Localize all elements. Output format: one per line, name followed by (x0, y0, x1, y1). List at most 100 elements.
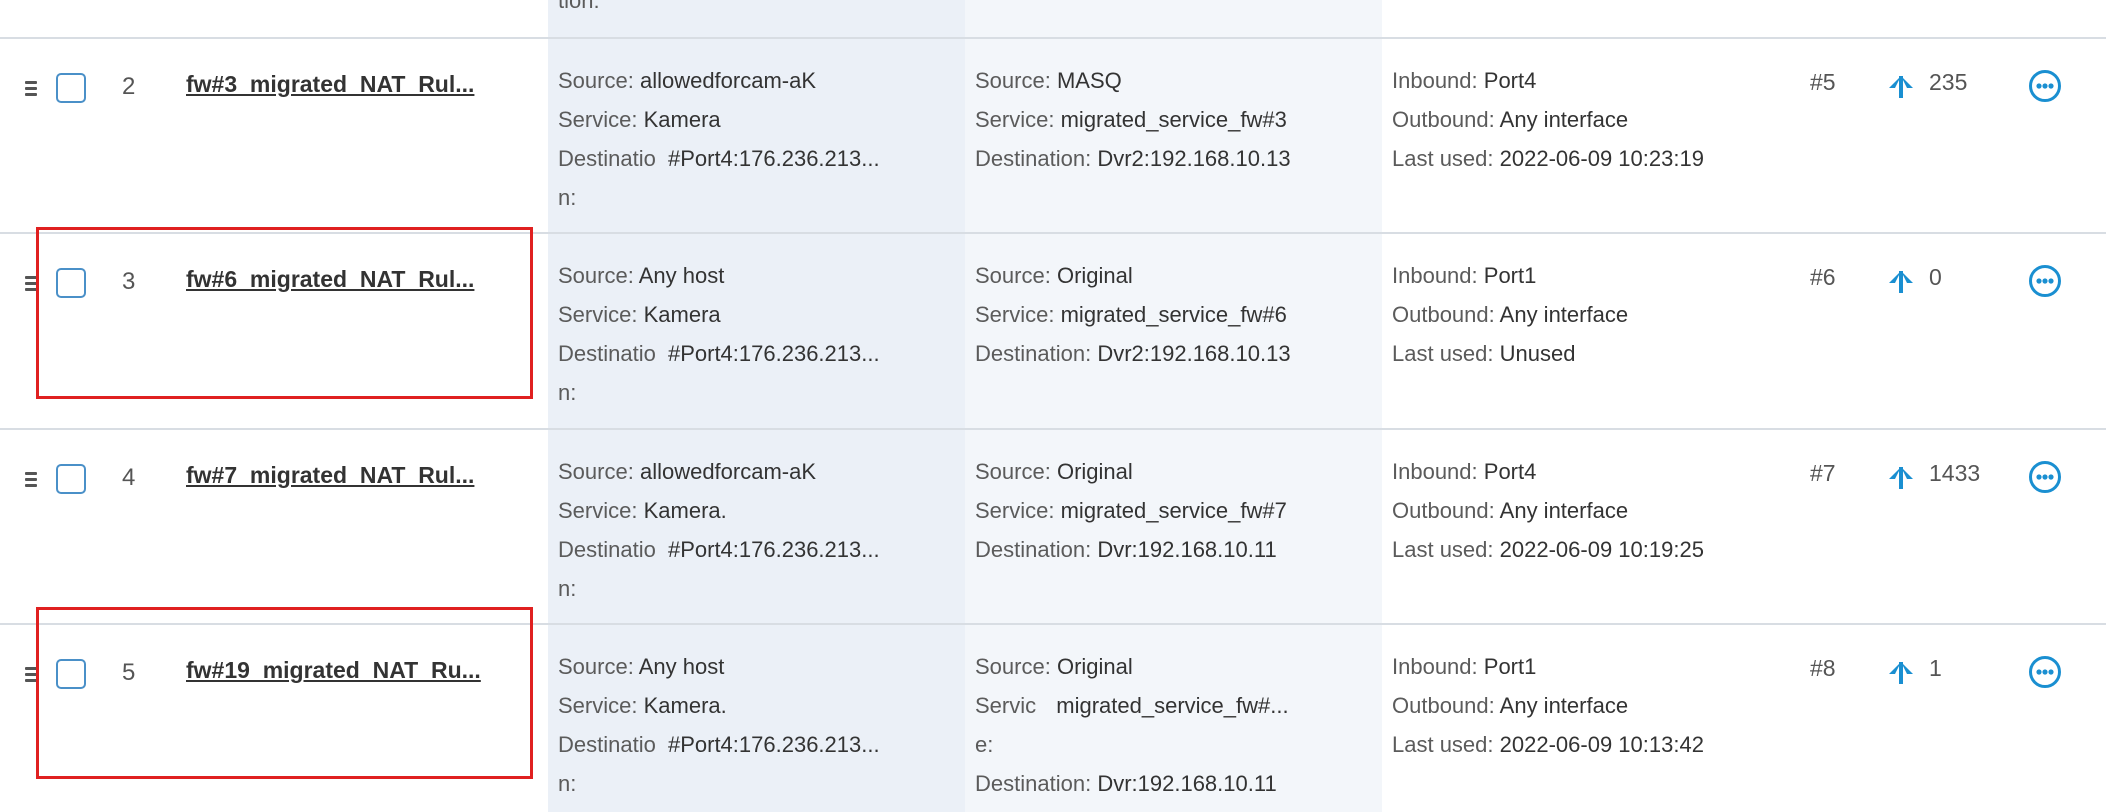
original-source: allowedforcam-aK (639, 459, 817, 484)
interface-cell: Inbound: Port1 Outbound: Any interface L… (1392, 647, 1704, 764)
more-options-icon[interactable] (2028, 69, 2062, 103)
hit-count: 0 (1929, 264, 1942, 290)
interface-cell: Inbound: Port4 Outbound: Any interface L… (1392, 61, 1704, 178)
translated-service: migrated_service_fw#6 (1060, 302, 1287, 327)
row-separator (0, 428, 2106, 430)
hit-count: 1 (1929, 655, 1942, 681)
original-source: Any host (638, 654, 725, 679)
highlight-box-row-5 (36, 607, 533, 779)
translated-source: Original (1056, 459, 1133, 484)
original-service: Kamera (643, 302, 721, 327)
original-packet-cell: Source: Any host Service: Kamera Destina… (558, 256, 880, 412)
source-label: Source: (975, 68, 1051, 93)
service-label: Service: (558, 302, 638, 327)
original-packet-cell: Source: allowedforcam-aK Service: Kamera… (558, 61, 880, 217)
inbound-value: Port1 (1483, 654, 1537, 679)
original-destination: #Port4:176.236.213... (667, 537, 880, 562)
inbound-label: Inbound: (1392, 263, 1478, 288)
destination-label-wrap: n: (558, 576, 577, 601)
outbound-value: Any interface (1499, 107, 1629, 132)
service-label: Service: (558, 107, 638, 132)
destination-label-wrap: n: (558, 771, 577, 796)
last-used-value: 2022-06-09 10:23:19 (1499, 146, 1704, 171)
hit-counter-icon (1889, 662, 1913, 684)
inbound-label: Inbound: (1392, 654, 1478, 679)
outbound-label: Outbound: (1392, 498, 1495, 523)
translated-destination: Dvr2:192.168.10.13 (1097, 146, 1291, 171)
destination-label: Destination: (975, 537, 1092, 562)
highlight-box-row-3 (36, 227, 533, 399)
translated-source: Original (1056, 263, 1133, 288)
rule-order: #8 (1810, 655, 1836, 681)
translated-source: Original (1056, 654, 1133, 679)
original-destination: #Port4:176.236.213... (667, 732, 880, 757)
inbound-value: Port1 (1483, 263, 1537, 288)
row-separator (0, 37, 2106, 39)
previous-row-partial-text: tion: (558, 0, 600, 13)
destination-label: Destinatio (558, 537, 656, 562)
more-options-icon[interactable] (2028, 264, 2062, 298)
outbound-value: Any interface (1499, 693, 1629, 718)
inbound-value: Port4 (1483, 459, 1537, 484)
service-label-wrap: e: (975, 732, 994, 757)
last-used-value: 2022-06-09 10:13:42 (1499, 732, 1704, 757)
service-label: Service: (975, 302, 1055, 327)
destination-label: Destination: (975, 341, 1092, 366)
last-used-label: Last used: (1392, 341, 1494, 366)
hit-counter-icon (1889, 76, 1913, 98)
outbound-label: Outbound: (1392, 107, 1495, 132)
source-label: Source: (558, 459, 634, 484)
destination-label: Destination: (975, 146, 1092, 171)
hit-counter-icon (1889, 467, 1913, 489)
last-used-value: Unused (1499, 341, 1576, 366)
original-destination: #Port4:176.236.213... (667, 341, 880, 366)
drag-handle-icon[interactable] (25, 472, 37, 490)
more-options-icon[interactable] (2028, 655, 2062, 689)
source-label: Source: (558, 68, 634, 93)
last-used-value: 2022-06-09 10:19:25 (1499, 537, 1704, 562)
row-select-checkbox[interactable] (56, 73, 86, 103)
hit-counter-icon (1889, 271, 1913, 293)
last-used-label: Last used: (1392, 537, 1494, 562)
rule-order: #5 (1810, 69, 1836, 95)
destination-label: Destinatio (558, 732, 656, 757)
more-options-icon[interactable] (2028, 460, 2062, 494)
service-label: Service: (558, 693, 638, 718)
service-label: Service: (558, 498, 638, 523)
last-used-label: Last used: (1392, 732, 1494, 757)
rule-name-link[interactable]: fw#7_migrated_NAT_Rul... (186, 462, 474, 489)
translated-packet-cell: Source: Original Servic migrated_service… (975, 647, 1289, 803)
original-destination: #Port4:176.236.213... (667, 146, 880, 171)
row-number: 4 (122, 464, 136, 491)
drag-handle-icon[interactable] (25, 81, 37, 99)
destination-label: Destinatio (558, 146, 656, 171)
hit-count: 1433 (1929, 460, 1981, 486)
translated-service: migrated_service_fw#3 (1060, 107, 1287, 132)
translated-packet-cell: Source: Original Service: migrated_servi… (975, 452, 1287, 569)
rule-name-link[interactable]: fw#3_migrated_NAT_Rul... (186, 71, 474, 98)
outbound-value: Any interface (1499, 498, 1629, 523)
translated-destination: Dvr2:192.168.10.13 (1097, 341, 1291, 366)
translated-packet-cell: Source: MASQ Service: migrated_service_f… (975, 61, 1291, 178)
rule-order: #6 (1810, 264, 1836, 290)
inbound-label: Inbound: (1392, 68, 1478, 93)
row-select-checkbox[interactable] (56, 464, 86, 494)
rule-order: #7 (1810, 460, 1836, 486)
destination-label: Destinatio (558, 341, 656, 366)
original-service: Kamera (643, 107, 721, 132)
outbound-label: Outbound: (1392, 693, 1495, 718)
interface-cell: Inbound: Port4 Outbound: Any interface L… (1392, 452, 1704, 569)
hit-count: 235 (1929, 69, 1968, 95)
row-number: 2 (122, 73, 136, 100)
original-source: allowedforcam-aK (639, 68, 817, 93)
inbound-label: Inbound: (1392, 459, 1478, 484)
source-label: Source: (975, 459, 1051, 484)
translated-packet-cell: Source: Original Service: migrated_servi… (975, 256, 1291, 373)
service-label: Service: (975, 498, 1055, 523)
service-label: Service: (975, 107, 1055, 132)
translated-destination: Dvr:192.168.10.11 (1097, 537, 1277, 562)
original-service: Kamera. (643, 693, 727, 718)
outbound-value: Any interface (1499, 302, 1629, 327)
translated-destination: Dvr:192.168.10.11 (1097, 771, 1277, 796)
translated-service: migrated_service_fw#... (1056, 693, 1289, 718)
